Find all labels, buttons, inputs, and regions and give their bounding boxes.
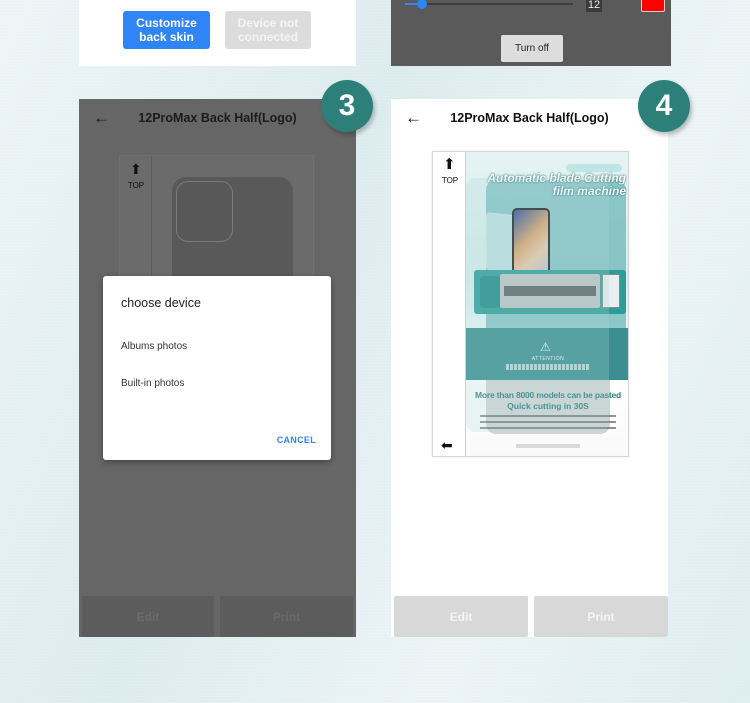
page-title: 12ProMax Back Half(Logo) — [450, 111, 609, 125]
customize-back-skin-button[interactable]: Customize back skin — [123, 11, 210, 49]
arrow-up-icon: ⬆ — [443, 156, 456, 173]
laser-settings-panel: 12 Turn off — [391, 0, 671, 66]
edit-button[interactable]: Edit — [394, 596, 528, 637]
device-not-connected-button[interactable]: Device not connected — [225, 11, 311, 49]
choose-device-dialog: choose device Albums photos Built-in pho… — [103, 276, 331, 460]
slider-track[interactable] — [405, 3, 573, 5]
template-preview: Automatic blade Cutting film machine ⚠ A… — [432, 151, 629, 457]
color-swatch[interactable] — [641, 0, 665, 12]
orientation-strip: ⬆ TOP ⬅ — [433, 152, 466, 456]
built-in-photos-option[interactable]: Built-in photos — [121, 378, 184, 389]
top-label: TOP — [441, 176, 459, 185]
print-button[interactable]: Print — [220, 596, 353, 637]
phone-cutout-overlay — [466, 178, 609, 432]
page-title: 12ProMax Back Half(Logo) — [138, 111, 297, 125]
screen-template-with-image: ← 12ProMax Back Half(Logo) Automatic bla… — [391, 99, 668, 637]
turn-off-button[interactable]: Turn off — [501, 35, 563, 62]
slider-value: 12 — [586, 0, 602, 12]
albums-photos-option[interactable]: Albums photos — [121, 341, 187, 352]
step-badge-3: 3 — [321, 80, 373, 132]
step-badge-4: 4 — [638, 80, 690, 132]
screen-choose-device: ← 12ProMax Back Half(Logo) ⬆ TOP choose … — [79, 99, 356, 637]
app-bar: ← 12ProMax Back Half(Logo) — [79, 99, 356, 139]
print-button[interactable]: Print — [534, 596, 668, 637]
top-label: TOP — [127, 181, 145, 190]
dialog-title: choose device — [121, 296, 201, 310]
edit-button[interactable]: Edit — [82, 596, 214, 637]
arrow-up-icon: ⬆ — [130, 161, 142, 177]
customize-panel: Customize back skin Device not connected — [79, 0, 356, 66]
poster-footer — [516, 444, 580, 448]
slider-thumb[interactable] — [416, 0, 427, 9]
app-bar: ← 12ProMax Back Half(Logo) — [391, 99, 668, 139]
cancel-button[interactable]: CANCEL — [277, 435, 316, 445]
camera-cutout — [176, 181, 233, 242]
arrow-left-icon: ⬅ — [441, 437, 453, 453]
